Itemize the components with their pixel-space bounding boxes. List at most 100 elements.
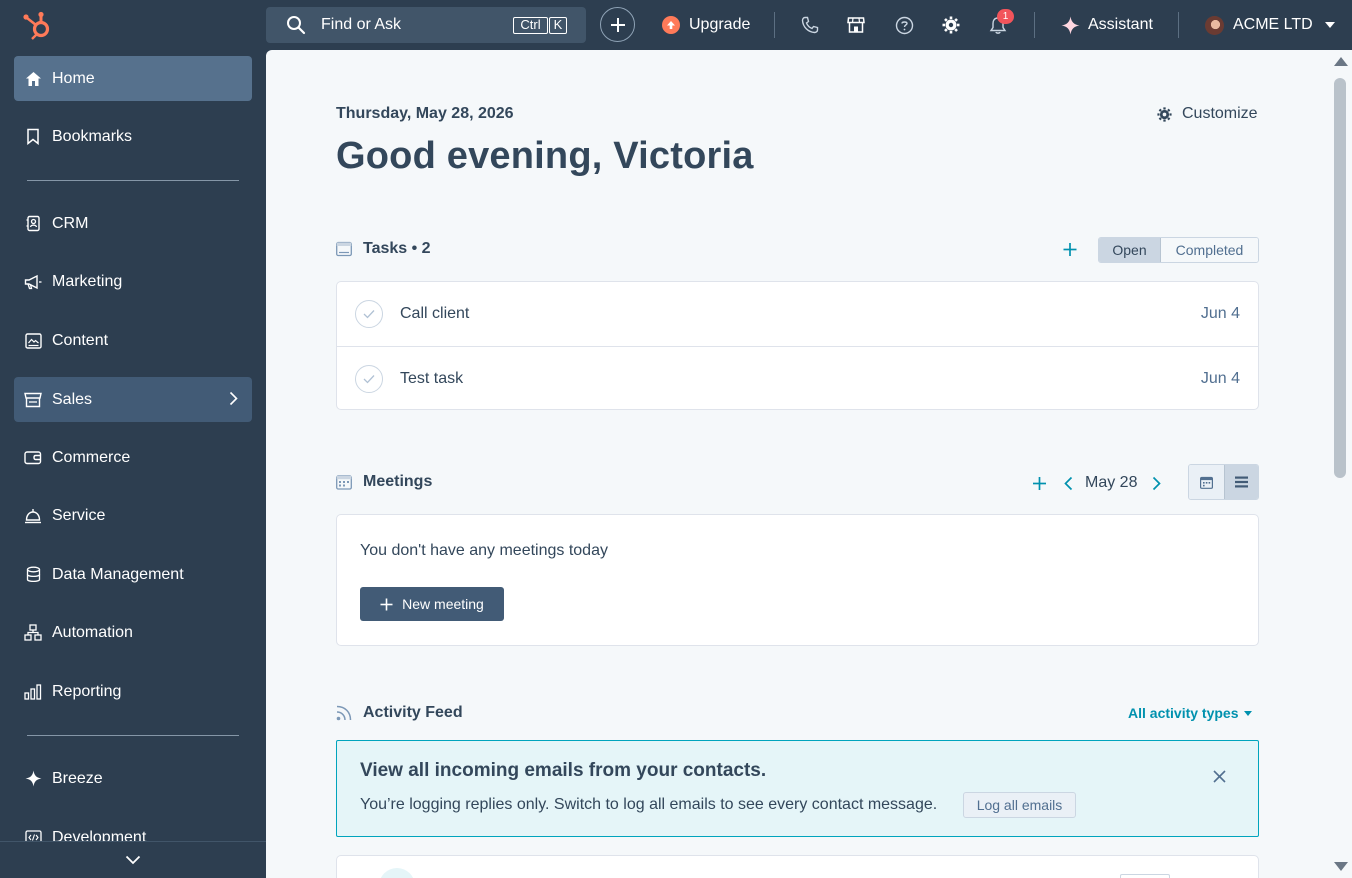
shortcut-key-ctrl: Ctrl [513, 17, 548, 34]
add-meeting-button[interactable] [1031, 476, 1047, 491]
content-icon [24, 332, 42, 350]
task-due-date: Jun 4 [1200, 369, 1240, 387]
bookmark-icon [24, 128, 42, 146]
checkmark-icon [363, 374, 375, 383]
new-meeting-button[interactable]: New meeting [360, 587, 504, 621]
avatar [1205, 15, 1224, 35]
sidebar-item-commerce[interactable]: Commerce [14, 435, 252, 480]
tasks-title: Tasks • 2 [363, 240, 431, 257]
sidebar-item-home[interactable]: Home [14, 56, 252, 101]
sidebar-navigation: Home Bookmarks CRM Marketing Content Sal… [0, 50, 266, 878]
banner-body: You’re logging replies only. Switch to l… [360, 796, 938, 813]
workflow-icon [24, 624, 42, 642]
customize-label: Customize [1182, 105, 1258, 122]
sidebar-item-label: Bookmarks [52, 127, 133, 145]
previous-day-button[interactable] [1064, 476, 1073, 491]
tab-open[interactable]: Open [1099, 238, 1161, 262]
sidebar-item-label: Data Management [52, 565, 184, 583]
plus-icon [1063, 243, 1077, 256]
calendar-view-button[interactable] [1189, 465, 1224, 499]
scroll-down-arrow-icon[interactable] [1334, 862, 1348, 871]
meetings-view-toggle [1188, 464, 1259, 500]
help-icon[interactable] [892, 13, 916, 37]
sidebar-item-reporting[interactable]: Reporting [14, 669, 252, 714]
tasks-status-toggle: Open Completed [1098, 237, 1259, 263]
sidebar-item-label: Marketing [52, 272, 123, 290]
sidebar-item-label: Reporting [52, 682, 122, 700]
create-new-button[interactable] [600, 7, 635, 42]
top-navigation-bar: Find or Ask Ctrl K Upgrade 1 Assistant A… [0, 0, 1352, 50]
task-name[interactable]: Test task [400, 370, 463, 388]
sidebar-item-content[interactable]: Content [14, 318, 252, 363]
search-bar[interactable]: Find or Ask Ctrl K [266, 7, 586, 43]
account-menu[interactable]: ACME LTD [1205, 13, 1335, 37]
activity-feed-item [336, 855, 1259, 878]
phone-icon[interactable] [798, 13, 822, 37]
sidebar-item-sales[interactable]: Sales [14, 377, 252, 422]
bell-service-icon [24, 507, 42, 525]
task-row[interactable]: Call client Jun 4 [337, 282, 1258, 346]
scroll-up-arrow-icon[interactable] [1334, 57, 1348, 66]
main-content: Thursday, May 28, 2026 Good evening, Vic… [266, 50, 1333, 878]
database-icon [24, 566, 42, 584]
sales-icon [24, 391, 42, 409]
scrollbar-thumb[interactable] [1334, 78, 1346, 478]
wallet-icon [24, 449, 42, 467]
close-icon[interactable] [1213, 770, 1226, 783]
list-view-button[interactable] [1223, 465, 1258, 499]
chevron-down-icon [125, 855, 141, 865]
task-name[interactable]: Call client [400, 305, 469, 323]
contacts-icon [24, 215, 42, 233]
sidebar-item-data-management[interactable]: Data Management [14, 552, 252, 597]
customize-button[interactable]: Customize [1157, 105, 1258, 123]
sidebar-divider [27, 735, 239, 736]
avatar [379, 868, 415, 878]
caret-down-icon [1243, 710, 1252, 716]
assistant-button[interactable]: Assistant [1061, 13, 1153, 37]
caret-down-icon [1324, 22, 1335, 28]
chevron-left-icon [1064, 476, 1073, 490]
divider [1178, 12, 1179, 38]
tasks-icon [336, 241, 352, 257]
sidebar-item-automation[interactable]: Automation [14, 610, 252, 655]
sidebar-item-breeze[interactable]: Breeze [14, 756, 252, 801]
megaphone-icon [24, 273, 42, 291]
sidebar-item-bookmarks[interactable]: Bookmarks [14, 114, 252, 159]
new-meeting-label: New meeting [402, 596, 484, 612]
next-day-button[interactable] [1152, 476, 1162, 491]
banner-title: View all incoming emails from your conta… [360, 760, 767, 781]
activity-feed-header: Activity Feed [336, 704, 463, 722]
activity-action-box[interactable] [1120, 874, 1170, 878]
sidebar-item-service[interactable]: Service [14, 493, 252, 538]
marketplace-icon[interactable] [844, 13, 868, 37]
meetings-date-navigator: May 28 [1031, 471, 1162, 495]
sidebar-collapse-button[interactable] [0, 841, 266, 878]
account-name: ACME LTD [1233, 16, 1313, 33]
sidebar-item-label: Service [52, 506, 106, 524]
meetings-title: Meetings [363, 473, 433, 490]
main-scrollbar[interactable] [1333, 50, 1352, 878]
sidebar-item-marketing[interactable]: Marketing [14, 259, 252, 304]
sidebar-divider [27, 180, 239, 181]
sidebar-item-label: Commerce [52, 448, 131, 466]
gear-icon[interactable] [939, 13, 963, 37]
log-all-emails-button[interactable]: Log all emails [963, 792, 1076, 818]
task-complete-checkbox[interactable] [355, 364, 383, 393]
task-complete-checkbox[interactable] [355, 300, 383, 328]
divider [1034, 12, 1035, 38]
hubspot-logo[interactable] [22, 10, 54, 40]
divider [774, 12, 775, 38]
tab-completed[interactable]: Completed [1161, 238, 1258, 262]
home-icon [24, 70, 42, 88]
upgrade-button[interactable]: Upgrade [662, 13, 750, 37]
meetings-card: You don't have any meetings today New me… [336, 514, 1259, 646]
task-row[interactable]: Test task Jun 4 [337, 346, 1258, 410]
calendar-icon [336, 475, 352, 490]
upgrade-icon [662, 16, 680, 34]
calendar-icon [1199, 476, 1213, 489]
sidebar-item-crm[interactable]: CRM [14, 201, 252, 246]
current-date: Thursday, May 28, 2026 [336, 105, 514, 122]
gear-icon [1157, 106, 1172, 122]
add-task-button[interactable] [1062, 240, 1078, 263]
activity-type-filter[interactable]: All activity types [1128, 705, 1252, 721]
